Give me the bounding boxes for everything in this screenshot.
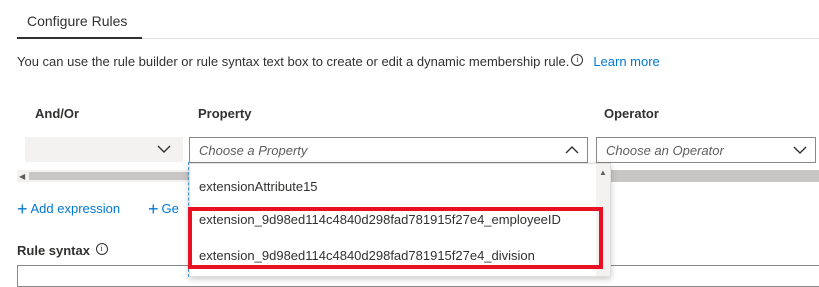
scrollbar-thumb[interactable] — [29, 172, 189, 180]
get-label: Ge — [161, 201, 179, 216]
tab-configure-rules[interactable]: Configure Rules — [27, 13, 127, 29]
add-expression-label: Add expression — [30, 201, 121, 216]
rule-syntax-label: Rule syntax — [17, 243, 90, 258]
list-item[interactable]: extensionAttribute15 — [199, 179, 318, 194]
description-text: You can use the rule builder or rule syn… — [17, 54, 570, 69]
chevron-down-icon — [793, 146, 807, 154]
scroll-up-icon[interactable]: ▲ — [599, 168, 607, 177]
operator-placeholder: Choose an Operator — [606, 143, 724, 158]
horizontal-scrollbar[interactable]: ◀ — [17, 170, 189, 182]
chevron-up-icon — [565, 146, 579, 154]
plus-icon: + — [17, 199, 28, 219]
column-header-operator: Operator — [604, 106, 659, 121]
column-header-and-or: And/Or — [35, 106, 80, 121]
horizontal-scrollbar-track[interactable] — [611, 170, 819, 182]
column-header-property: Property — [198, 106, 252, 121]
property-placeholder: Choose a Property — [199, 143, 308, 158]
chevron-down-icon — [157, 145, 171, 153]
active-tab-indicator — [17, 37, 142, 39]
learn-more-link[interactable]: Learn more — [593, 54, 659, 69]
get-button[interactable]: + Ge — [148, 199, 179, 220]
highlight-box — [188, 207, 603, 269]
scroll-left-icon[interactable]: ◀ — [19, 172, 25, 181]
info-icon[interactable]: i — [571, 54, 584, 66]
description-line: You can use the rule builder or rule syn… — [17, 54, 660, 69]
and-or-dropdown[interactable] — [25, 137, 183, 162]
info-icon[interactable]: i — [95, 243, 108, 255]
operator-dropdown[interactable]: Choose an Operator — [596, 137, 816, 163]
add-expression-button[interactable]: + Add expression — [17, 199, 120, 220]
property-dropdown[interactable]: Choose a Property — [189, 137, 588, 163]
rule-syntax-heading: Rule syntax i — [17, 243, 108, 258]
plus-icon: + — [148, 199, 159, 219]
